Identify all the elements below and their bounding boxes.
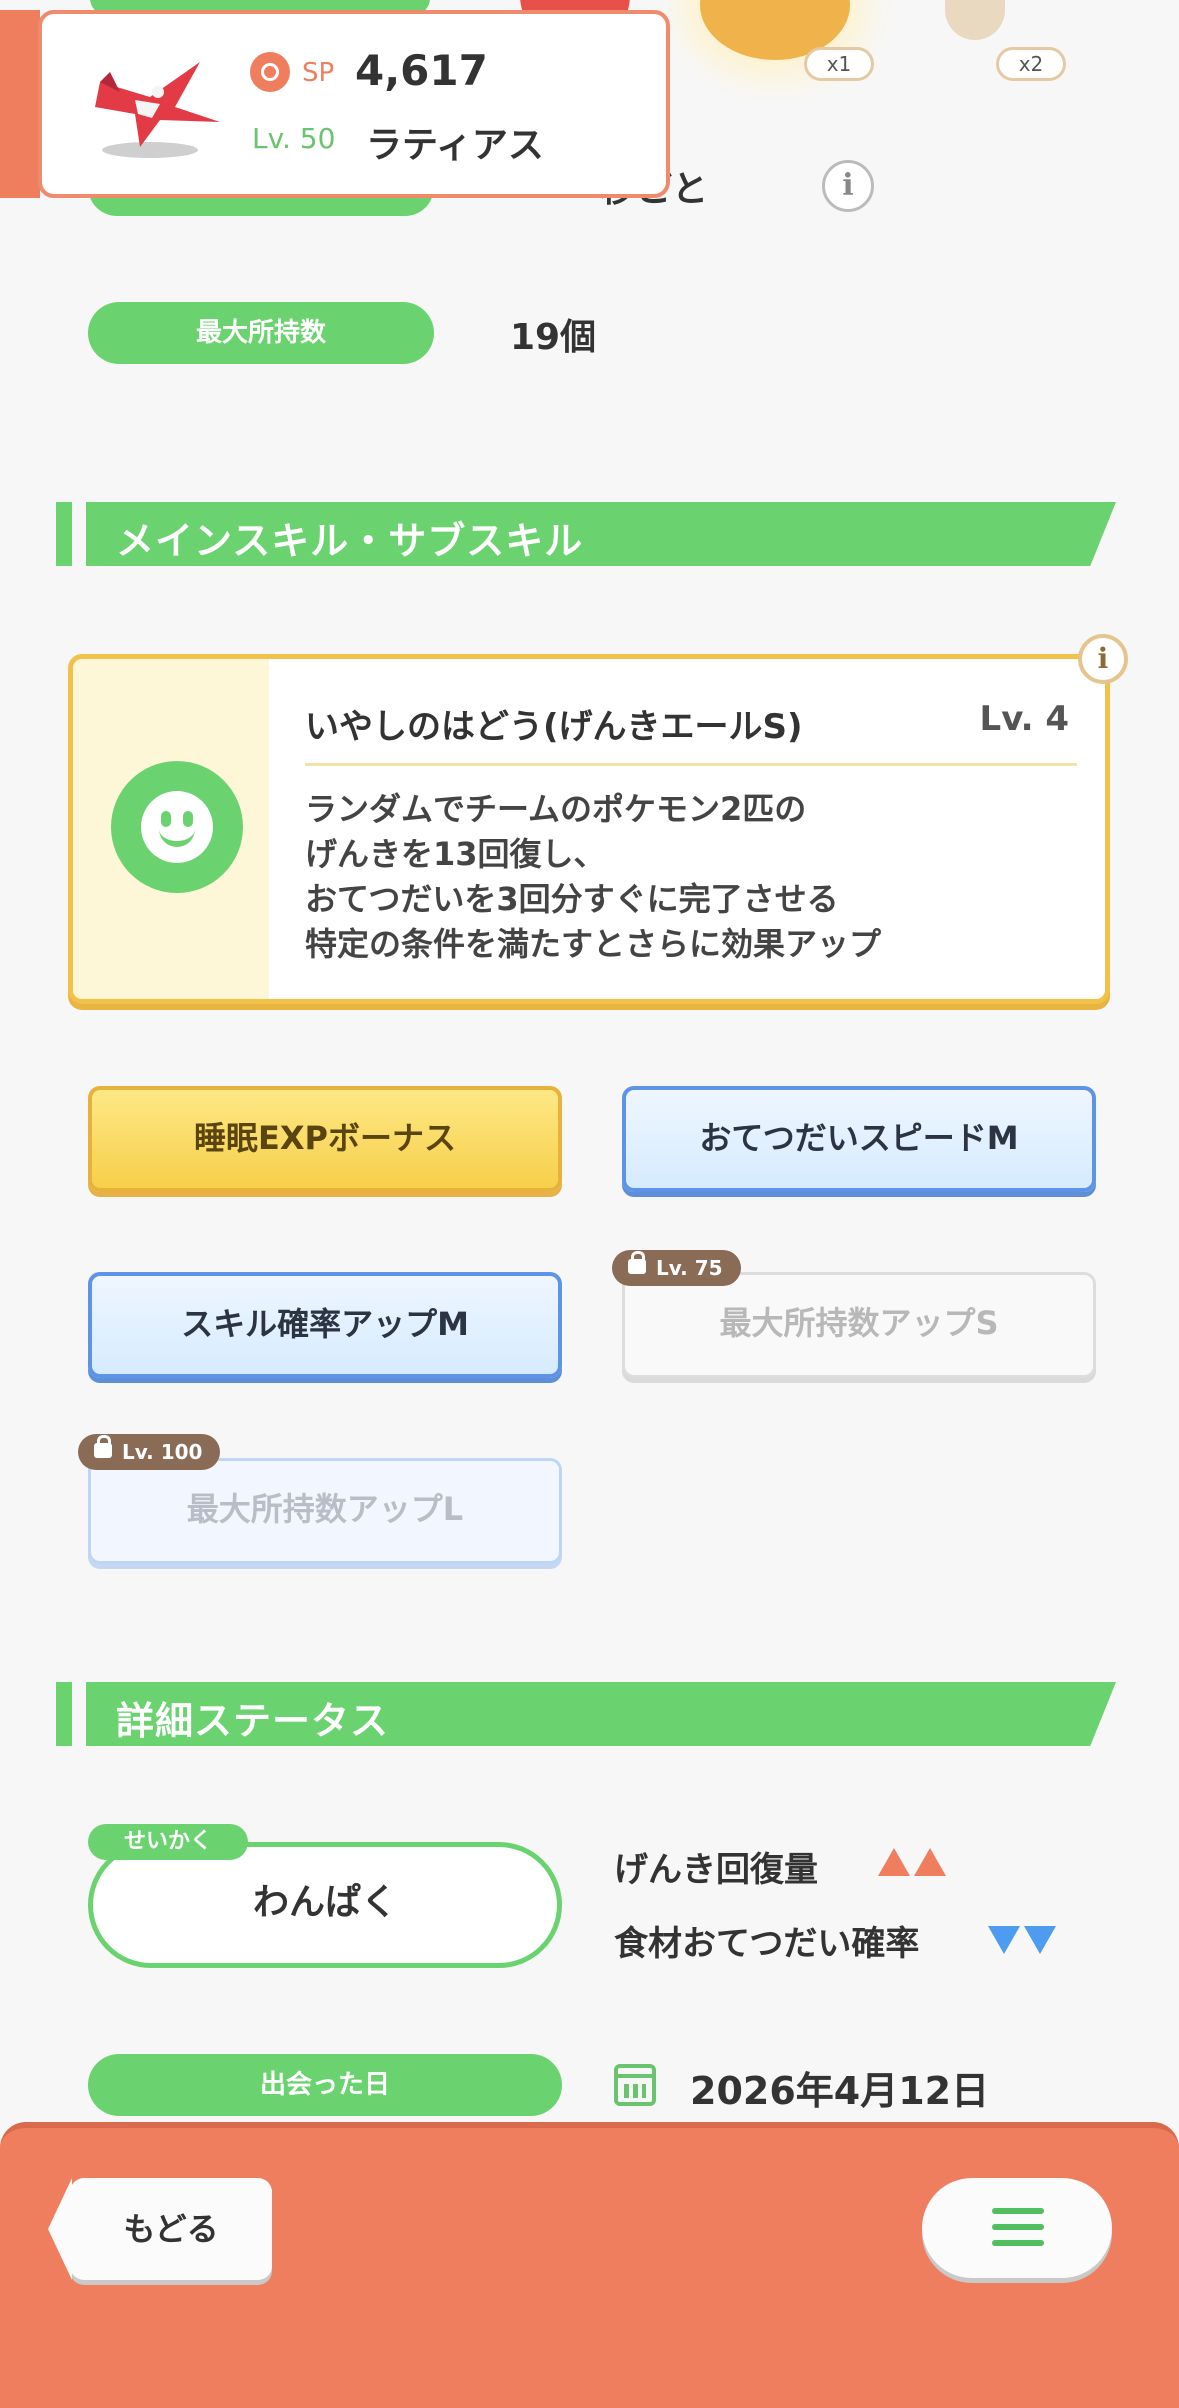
sub-skill-inventory-up-s[interactable]: 最大所持数アップS <box>622 1272 1096 1378</box>
smile-mouth <box>159 827 195 847</box>
pokemon-overlay-card: SP 4,617 Lv. 50 ラティアス <box>0 10 670 198</box>
description-line: ランダムでチームのポケモン2匹の <box>305 790 807 828</box>
section-header-bar <box>56 502 72 566</box>
max-carry-value: 19個 <box>510 317 597 358</box>
lock-badge: Lv. 75 <box>612 1250 741 1286</box>
smile-eye <box>161 811 171 827</box>
back-label: もどる <box>123 2210 219 2248</box>
sub-skill-skill-trigger-m[interactable]: スキル確率アップM <box>88 1272 562 1378</box>
overlay-tab <box>0 10 40 198</box>
stat-up-arrows <box>878 1848 950 1880</box>
pokemon-level: Lv. 50 <box>252 122 336 155</box>
sub-skill-sleep-exp-bonus[interactable]: 睡眠EXPボーナス <box>88 1086 562 1192</box>
lock-icon <box>94 1435 112 1458</box>
menu-button[interactable] <box>922 2178 1112 2278</box>
section-title: 詳細ステータス <box>116 1699 390 1743</box>
section-header-bar <box>56 1682 72 1746</box>
nature-box[interactable]: わんぱく <box>88 1842 562 1968</box>
smile-icon <box>111 761 243 893</box>
description-line: げんきを13回復し、 <box>305 835 606 873</box>
nature-tag: せいかく <box>88 1824 248 1860</box>
main-skill-name: いやしのはどう(げんきエールS) <box>305 707 803 747</box>
main-skill-icon-area <box>73 659 269 999</box>
section-header-skills: メインスキル・サブスキル <box>56 502 1116 566</box>
description-line: おてつだいを3回分すぐに完了させる <box>305 880 839 918</box>
ingredient-count-badge: x1 <box>804 47 874 81</box>
max-carry-label: 最大所持数 <box>88 302 434 364</box>
lock-icon <box>628 1251 646 1274</box>
unlock-level: Lv. 100 <box>122 1440 203 1464</box>
met-date-label: 出会った日 <box>88 2054 562 2116</box>
smile-face <box>141 791 213 863</box>
divider <box>305 763 1077 766</box>
sub-skill-help-speed-m[interactable]: おてつだいスピードM <box>622 1086 1096 1192</box>
met-date-value: 2026年4月12日 <box>690 2069 990 2113</box>
info-icon[interactable]: i <box>822 160 874 212</box>
main-skill-card[interactable]: いやしのはどう(げんきエールS) Lv. 4 ランダムでチームのポケモン2匹の … <box>68 654 1110 1004</box>
smile-eye <box>183 811 193 827</box>
unlock-level: Lv. 75 <box>656 1256 723 1280</box>
down-arrow-icon <box>988 1926 1020 1954</box>
sp-icon <box>250 52 290 92</box>
info-icon[interactable]: i <box>1078 634 1128 684</box>
menu-icon <box>992 2224 1044 2230</box>
stat-down-arrows <box>988 1926 1060 1958</box>
down-arrow-icon <box>1024 1926 1056 1954</box>
main-skill-level: Lv. 4 <box>979 699 1069 739</box>
nature-up-stat: げんき回復量 <box>614 1850 818 1890</box>
sp-label: SP <box>302 58 335 88</box>
ingredient-mushroom-icon <box>945 0 1005 40</box>
nature-down-stat: 食材おてつだい確率 <box>614 1924 920 1964</box>
sp-value: 4,617 <box>355 46 488 95</box>
calendar-icon <box>614 2064 656 2106</box>
up-arrow-icon <box>914 1848 946 1876</box>
main-skill-description: ランダムでチームのポケモン2匹の げんきを13回復し、 おてつだいを3回分すぐに… <box>305 787 881 967</box>
up-arrow-icon <box>878 1848 910 1876</box>
menu-icon <box>992 2208 1044 2214</box>
sub-skill-inventory-up-l[interactable]: 最大所持数アップL <box>88 1458 562 1564</box>
ingredient-count-badge: x2 <box>996 47 1066 81</box>
back-button[interactable]: もどる <box>48 2178 272 2280</box>
description-line: 特定の条件を満たすとさらに効果アップ <box>305 925 882 963</box>
pokemon-name: ラティアス <box>366 125 544 166</box>
lock-badge: Lv. 100 <box>78 1434 221 1470</box>
menu-icon <box>992 2240 1044 2246</box>
section-title: メインスキル・サブスキル <box>116 519 584 563</box>
latias-icon <box>95 62 220 158</box>
section-header-details: 詳細ステータス <box>56 1682 1116 1746</box>
